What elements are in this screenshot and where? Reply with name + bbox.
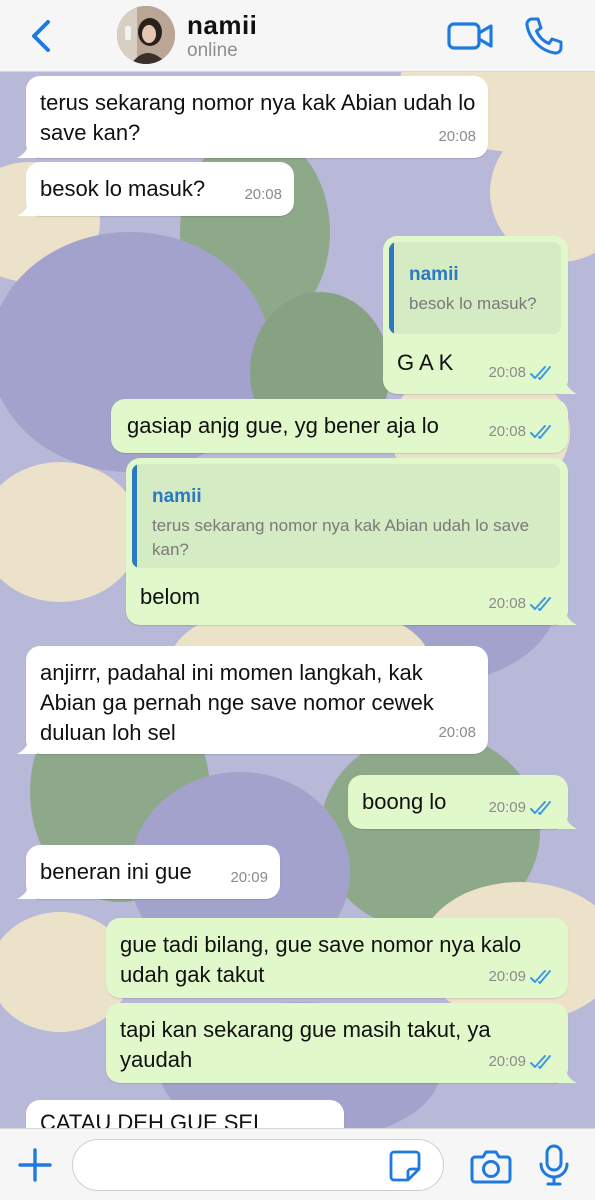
message-text: tapi kan sekarang gue masih takut, ya ya… [120, 1017, 491, 1072]
avatar[interactable] [117, 6, 175, 64]
read-ticks-icon [530, 366, 551, 380]
quoted-message[interactable]: namii terus sekarang nomor nya kak Abian… [132, 464, 560, 568]
message-text: CATAU DEH GUE SEL [40, 1110, 266, 1128]
bubble-tail [17, 140, 37, 158]
quote-text: besok lo masuk? [409, 294, 537, 313]
message-text: anjirrr, padahal ini momen langkah, kak … [40, 660, 434, 745]
read-ticks-icon [530, 1055, 551, 1069]
message-outgoing[interactable]: tapi kan sekarang gue masih takut, ya ya… [106, 1003, 577, 1083]
message-outgoing[interactable]: gue tadi bilang, gue save nomor nya kalo… [106, 918, 568, 998]
message-text: belom [140, 584, 200, 609]
read-ticks-icon [530, 970, 551, 984]
message-incoming[interactable]: anjirrr, padahal ini momen langkah, kak … [17, 646, 488, 754]
message-incoming[interactable]: besok lo masuk? 20:08 [17, 162, 294, 216]
composer-bar [0, 1128, 595, 1200]
bubble-tail [557, 376, 577, 394]
chevron-left-icon[interactable] [22, 16, 62, 56]
message-time: 20:09 [230, 869, 268, 886]
camera-icon[interactable] [470, 1147, 512, 1185]
message-time: 20:09 [488, 793, 556, 823]
message-incoming[interactable]: CATAU DEH GUE SEL [26, 1100, 344, 1128]
read-ticks-icon [530, 425, 551, 439]
message-time: 20:09 [488, 1047, 556, 1077]
quote-author: namii [409, 264, 459, 285]
sticker-icon[interactable] [388, 1149, 422, 1183]
read-ticks-icon [530, 597, 551, 611]
message-time: 20:09 [488, 962, 556, 992]
message-time: 20:08 [488, 358, 556, 388]
plus-icon[interactable] [16, 1146, 54, 1184]
message-time: 20:08 [244, 186, 282, 203]
contact-name[interactable]: namii [187, 10, 257, 41]
quote-bar [132, 464, 137, 568]
microphone-icon[interactable] [537, 1143, 571, 1187]
chat-area[interactable]: terus sekarang nomor nya kak Abian udah … [0, 72, 595, 1128]
quote-author: namii [152, 486, 202, 507]
message-time: 20:08 [488, 589, 556, 619]
message-incoming[interactable]: beneran ini gue 20:09 [17, 845, 280, 899]
bubble-tail [557, 811, 577, 829]
bubble-tail [557, 607, 577, 625]
quote-text: terus sekarang nomor nya kak Abian udah … [152, 516, 530, 559]
video-camera-icon[interactable] [446, 16, 494, 56]
read-ticks-icon [530, 801, 551, 815]
message-text: G A K [397, 350, 454, 375]
bubble-tail [17, 881, 37, 899]
message-outgoing[interactable]: namii besok lo masuk? G A K 20:08 [383, 236, 577, 394]
phone-icon[interactable] [522, 14, 566, 58]
message-time: 20:08 [438, 724, 476, 741]
message-time: 20:08 [488, 417, 556, 447]
message-text: terus sekarang nomor nya kak Abian udah … [40, 90, 476, 145]
bubble-tail [17, 736, 37, 754]
quote-bar [389, 242, 394, 334]
chat-header: namii online [0, 0, 595, 72]
message-outgoing[interactable]: gasiap anjg gue, yg bener aja lo 20:08 [111, 399, 568, 453]
message-time: 20:08 [438, 128, 476, 145]
quoted-message[interactable]: namii besok lo masuk? [389, 242, 561, 334]
bubble-tail [17, 198, 37, 216]
contact-status: online [187, 40, 238, 61]
message-outgoing[interactable]: namii terus sekarang nomor nya kak Abian… [126, 458, 577, 625]
message-incoming[interactable]: terus sekarang nomor nya kak Abian udah … [17, 76, 488, 158]
message-text: gue tadi bilang, gue save nomor nya kalo… [120, 932, 522, 987]
message-outgoing[interactable]: boong lo 20:09 [348, 775, 577, 829]
bubble-tail [557, 1065, 577, 1083]
